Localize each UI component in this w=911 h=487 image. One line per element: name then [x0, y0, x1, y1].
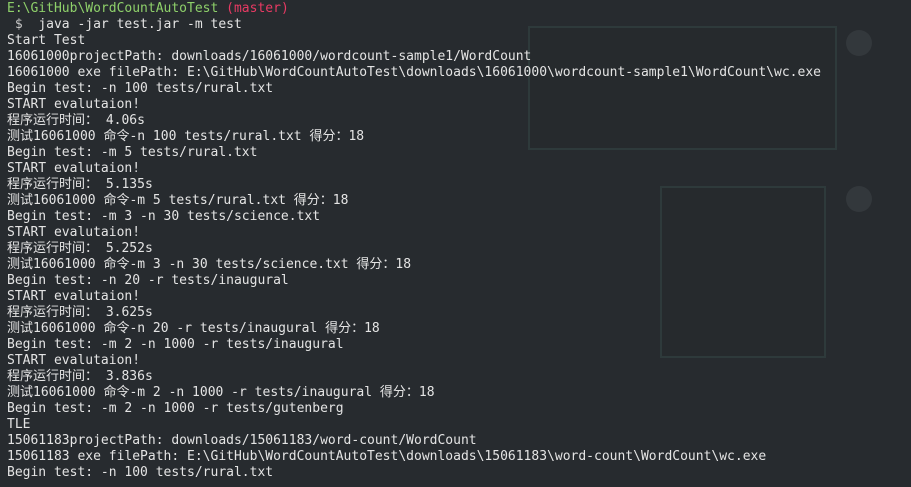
output-line: Begin test: -m 2 -n 1000 -r tests/gutenb…	[7, 401, 344, 416]
output-line: Begin test: -n 20 -r tests/inaugural	[7, 273, 289, 288]
output-line: 程序运行时间： 4.06s	[7, 113, 145, 128]
terminal-output: Start Test 16061000projectPath: downloads…	[7, 33, 911, 481]
output-line: Begin test: -m 2 -n 1000 -r tests/inaugu…	[7, 337, 344, 352]
output-line: START evalutaion!	[7, 97, 141, 112]
output-line: START evalutaion!	[7, 353, 141, 368]
output-line: Begin test: -n 100 tests/rural.txt	[7, 81, 274, 96]
terminal-window[interactable]: E:\GitHub\WordCountAutoTest (master) $ j…	[7, 1, 911, 481]
output-line: 16061000 exe filePath: E:\GitHub\WordCou…	[7, 65, 821, 80]
output-line: Begin test: -n 100 tests/rural.txt	[7, 465, 274, 480]
output-line: 程序运行时间： 5.252s	[7, 241, 153, 256]
prompt-symbol: $	[14, 17, 23, 32]
output-line: 测试16061000 命令-n 100 tests/rural.txt 得分：1…	[7, 129, 365, 144]
output-line: Begin test: -m 5 tests/rural.txt	[7, 145, 258, 160]
output-line: 测试16061000 命令-m 2 -n 1000 -r tests/inaug…	[7, 385, 435, 400]
output-line: Begin test: -m 3 -n 30 tests/science.txt	[7, 209, 321, 224]
output-line: 16061000projectPath: downloads/16061000/…	[7, 49, 532, 64]
output-line: 15061183projectPath: downloads/15061183/…	[7, 433, 477, 448]
prompt-branch: (master)	[226, 1, 289, 16]
output-line: START evalutaion!	[7, 289, 141, 304]
output-line: 程序运行时间： 3.836s	[7, 369, 153, 384]
prompt-line: E:\GitHub\WordCountAutoTest (master)	[7, 1, 911, 17]
output-line: START evalutaion!	[7, 161, 141, 176]
output-line: Start Test	[7, 33, 86, 48]
output-line: TLE	[7, 417, 31, 432]
output-line: 程序运行时间： 3.625s	[7, 305, 153, 320]
output-line: 程序运行时间： 5.135s	[7, 177, 153, 192]
output-line: 测试16061000 命令-m 5 tests/rural.txt 得分：18	[7, 193, 349, 208]
output-line: 测试16061000 命令-m 3 -n 30 tests/science.tx…	[7, 257, 412, 272]
prompt-path: E:\GitHub\WordCountAutoTest	[7, 1, 219, 16]
output-line: 测试16061000 命令-n 20 -r tests/inaugural 得分…	[7, 321, 380, 336]
command-line[interactable]: $ java -jar test.jar -m test	[7, 17, 911, 33]
output-line: START evalutaion!	[7, 225, 141, 240]
output-line: 15061183 exe filePath: E:\GitHub\WordCou…	[7, 449, 767, 464]
command-text: java -jar test.jar -m test	[38, 17, 242, 32]
